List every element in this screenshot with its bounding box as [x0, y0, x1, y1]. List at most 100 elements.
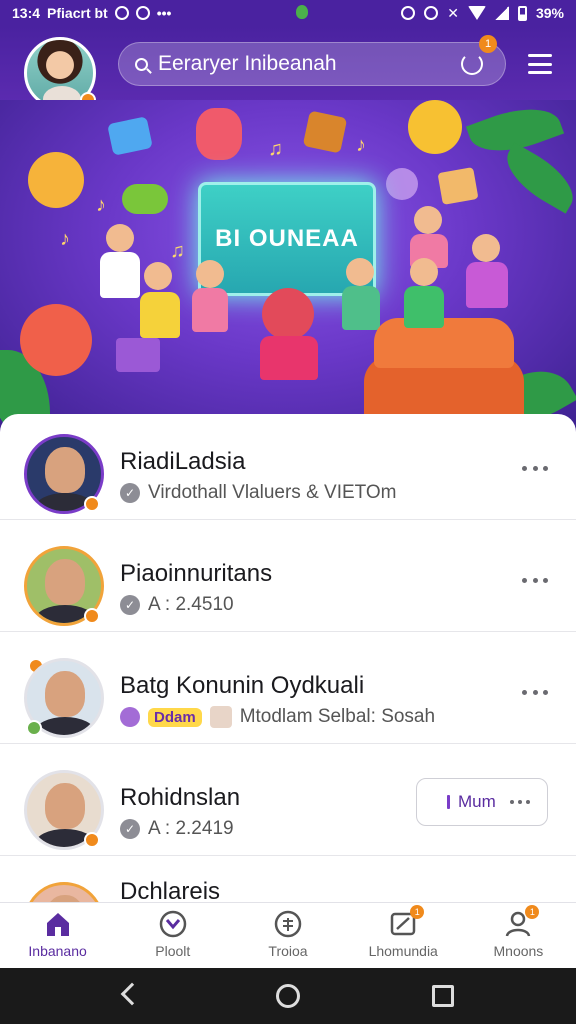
- music-note-icon: ♫: [170, 240, 185, 262]
- status-carrier: Pfiacrt bt: [47, 5, 108, 21]
- contact-name: RiadiLadsia: [120, 448, 246, 475]
- status-dot: [84, 496, 100, 512]
- battery-percent: 39%: [535, 5, 564, 21]
- check-icon: ✓: [120, 595, 140, 615]
- more-options-icon[interactable]: [522, 690, 548, 696]
- child-character: [144, 262, 172, 290]
- nav-label: Ploolt: [155, 943, 191, 959]
- contact-name: Batg Konunin Oydkuali: [120, 672, 365, 699]
- search-icon: [135, 57, 148, 71]
- nav-label: Lhomundia: [368, 943, 438, 959]
- status-time: 13:4: [12, 5, 41, 21]
- child-body: [404, 286, 444, 328]
- hero-banner[interactable]: ♪ ♫ ♪ ♪ ♫ BI OUNEAA: [0, 100, 576, 430]
- audio-icon: [447, 795, 450, 809]
- nav-label: Troioa: [268, 943, 308, 959]
- photo-frame-decoration: [437, 167, 479, 205]
- more-options-icon[interactable]: [509, 800, 530, 804]
- child-character: [414, 206, 442, 234]
- battery-icon: [517, 5, 527, 21]
- child-body: [342, 286, 380, 330]
- status-dot: [84, 608, 100, 624]
- check-icon: ✓: [120, 483, 140, 503]
- contact-name: Rohidnslan: [120, 784, 241, 811]
- music-note-icon: ♫: [268, 138, 283, 160]
- conversation-list: RiadiLadsia ✓ Virdothall Vlaluers & VIET…: [0, 414, 576, 902]
- child-character: [472, 234, 500, 262]
- list-item[interactable]: RiadiLadsia ✓ Virdothall Vlaluers & VIET…: [0, 414, 576, 520]
- sync-icon: [135, 6, 150, 20]
- nav-home[interactable]: Inbanano: [0, 903, 115, 968]
- child-character: [196, 260, 224, 288]
- wifi-icon: [467, 6, 486, 20]
- emoji-character: [196, 108, 242, 160]
- list-item[interactable]: Rohidnslan ✓ A : 2.2419 Mum: [0, 750, 576, 856]
- envelope-decoration: [302, 110, 348, 154]
- nav-badge: 1: [410, 905, 425, 919]
- subtitle-text: A : 2.4510: [148, 594, 234, 615]
- shield-icon: [159, 910, 187, 938]
- search-bar[interactable]: 1: [118, 35, 506, 86]
- data-saver-icon: [401, 6, 416, 20]
- nav-profile[interactable]: 1 Mnoons: [461, 903, 576, 968]
- search-input[interactable]: [158, 52, 448, 76]
- contact-name: Dchlareis: [120, 878, 221, 902]
- hotspot-icon: [424, 6, 439, 20]
- refresh-icon[interactable]: [461, 53, 483, 75]
- notification-icon: [114, 6, 129, 20]
- contact-name: Piaoinnuritans: [120, 560, 273, 587]
- send-icon-wrap: 1: [388, 905, 425, 939]
- subtitle-text: Mtodlam Selbal: Sosah: [239, 706, 436, 727]
- child-body: [140, 292, 180, 338]
- palm-leaf-decoration: [496, 142, 576, 214]
- mute-icon: ✕: [447, 4, 459, 21]
- status-left: 13:4 Pfiacrt bt •••: [12, 5, 171, 21]
- home-icon: [46, 913, 69, 936]
- subtitle-text: A : 2.2419: [148, 818, 234, 839]
- nav-shield[interactable]: Ploolt: [115, 903, 230, 968]
- stool-decoration: [116, 338, 160, 372]
- contact-subtitle: Ddam Mtodlam Selbal: Sosah: [120, 706, 435, 728]
- nav-label: Mnoons: [493, 943, 544, 959]
- music-note-icon: ♪: [60, 228, 70, 250]
- child-character: [346, 258, 374, 286]
- more-notifications-icon: •••: [156, 5, 172, 21]
- bottom-nav: Inbanano Ploolt Troioa 1 Lhomundia 1 Mno…: [0, 902, 576, 968]
- contact-subtitle: ✓ Virdothall Vlaluers & VIETOm: [120, 482, 397, 504]
- home-circle-icon[interactable]: [276, 984, 300, 1008]
- emoji-character: [408, 100, 462, 154]
- list-item[interactable]: Batg Konunin Oydkuali Ddam Mtodlam Selba…: [0, 638, 576, 744]
- leaf-status-icon: [26, 720, 42, 736]
- mute-button[interactable]: Mum: [416, 778, 548, 826]
- check-icon: ✓: [120, 819, 140, 839]
- list-item[interactable]: Piaoinnuritans ✓ A : 2.4510: [0, 526, 576, 674]
- system-nav-bar: [0, 968, 576, 1024]
- signal-icon: [494, 6, 509, 20]
- child-body: [100, 252, 140, 298]
- nav-send[interactable]: 1 Lhomundia: [346, 903, 461, 968]
- mascot-character: [20, 304, 92, 376]
- chat-icon: [274, 910, 302, 938]
- card-decoration: [107, 116, 153, 156]
- more-options-icon[interactable]: [522, 466, 548, 472]
- list-item[interactable]: Dchlareis: [0, 862, 576, 902]
- status-bar: 13:4 Pfiacrt bt ••• ✕ 39%: [0, 0, 576, 26]
- back-icon[interactable]: [120, 982, 144, 1006]
- recents-icon[interactable]: [432, 985, 454, 1007]
- mascot-character: [262, 288, 314, 340]
- contact-avatar: [24, 882, 104, 902]
- profile-icon-wrap: 1: [503, 905, 540, 939]
- more-options-icon[interactable]: [522, 578, 548, 584]
- nav-label: Inbanano: [28, 943, 87, 959]
- hamburger-menu-icon[interactable]: [528, 54, 552, 74]
- status-right: ✕ 39%: [401, 5, 564, 22]
- nav-chat[interactable]: Troioa: [230, 903, 345, 968]
- child-character: [410, 258, 438, 286]
- app-header: 1: [0, 26, 576, 109]
- ball-decoration: [386, 168, 418, 200]
- child-body: [466, 262, 508, 308]
- nav-badge: 1: [525, 905, 540, 919]
- status-dot: [84, 832, 100, 848]
- music-note-icon: ♪: [356, 134, 366, 156]
- mute-button-label: Mum: [458, 792, 496, 811]
